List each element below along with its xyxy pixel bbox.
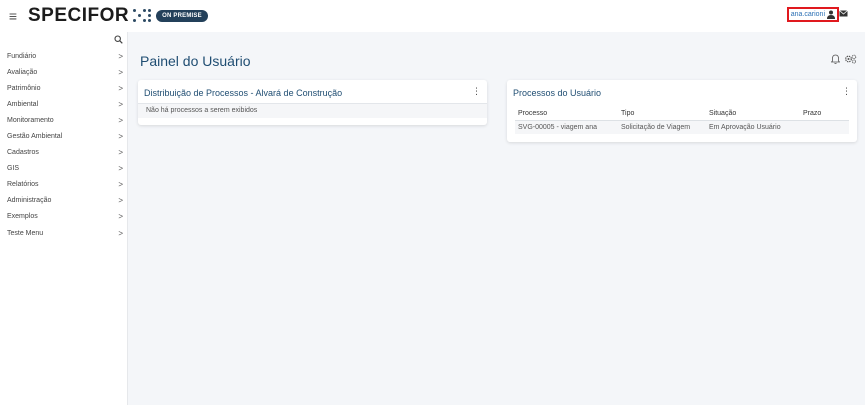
user-icon[interactable] (827, 10, 835, 19)
distribution-card-title: Distribuição de Processos - Alvará de Co… (144, 88, 343, 98)
sidebar-item-label: Teste Menu (7, 229, 44, 237)
chevron-right-icon: > (118, 115, 123, 125)
page-title: Painel do Usuário (140, 53, 251, 69)
sidebar-item-teste-menu[interactable]: Teste Menu > (0, 225, 128, 241)
kebab-menu-icon[interactable]: ⋮ (472, 87, 481, 96)
brand-name: SPECIFOR (28, 5, 130, 26)
user-processes-card: Processos do Usuário ⋮ Processo Tipo Sit… (507, 80, 857, 142)
sidebar-item-label: Monitoramento (7, 116, 54, 124)
distribution-card: Distribuição de Processos - Alvará de Co… (138, 80, 487, 125)
sidebar-item-label: Fundiário (7, 52, 37, 60)
sidebar-item-administracao[interactable]: Administração > (0, 193, 128, 209)
empty-message: Não há processos a serem exibidos (138, 104, 487, 118)
sidebar-menu: Fundiário > Avaliação > Patrimônio > Ambien… (0, 48, 128, 241)
kebab-menu-icon[interactable]: ⋮ (842, 87, 851, 96)
chevron-right-icon: > (118, 99, 123, 109)
chevron-right-icon: > (118, 67, 123, 77)
chevron-right-icon: > (118, 51, 123, 61)
mail-icon[interactable] (839, 10, 848, 17)
sidebar-item-label: Relatórios (7, 181, 39, 189)
sidebar-item-ambiental[interactable]: Ambiental > (0, 96, 128, 112)
processes-table: Processo Tipo Situação Prazo SVG-00005 -… (515, 107, 849, 134)
brand-logo[interactable]: SPECIFOR ON PREMISE (28, 5, 208, 27)
chevron-right-icon: > (118, 228, 123, 238)
table-header-row: Processo Tipo Situação Prazo (515, 107, 849, 121)
sidebar-item-monitoramento[interactable]: Monitoramento > (0, 112, 128, 128)
sidebar-item-relatorios[interactable]: Relatórios > (0, 177, 128, 193)
sidebar-item-label: GIS (7, 165, 20, 173)
username[interactable]: ana.carioni (791, 11, 825, 18)
sidebar-item-cadastros[interactable]: Cadastros > (0, 145, 128, 161)
sidebar-item-avaliacao[interactable]: Avaliação > (0, 64, 128, 80)
search-icon[interactable] (114, 35, 123, 44)
sidebar-item-gis[interactable]: GIS > (0, 161, 128, 177)
column-header-prazo[interactable]: Prazo (800, 107, 849, 121)
cell-prazo (800, 120, 849, 134)
sidebar-item-label: Patrimônio (7, 84, 41, 92)
sidebar-item-gestao-ambiental[interactable]: Gestão Ambiental > (0, 128, 128, 144)
sidebar-item-label: Exemplos (7, 213, 38, 221)
column-header-processo[interactable]: Processo (515, 107, 618, 121)
sidebar-item-label: Cadastros (7, 149, 39, 157)
chevron-right-icon: > (118, 132, 123, 142)
user-menu[interactable]: ana.carioni (786, 7, 839, 22)
sidebar-item-label: Ambiental (7, 100, 39, 108)
sidebar-item-label: Gestão Ambiental (7, 133, 63, 141)
column-header-situacao[interactable]: Situação (706, 107, 800, 121)
hamburger-icon[interactable]: ≡ (4, 9, 22, 23)
sidebar-item-label: Administração (7, 197, 52, 205)
bell-icon[interactable] (831, 54, 840, 64)
settings-icon[interactable] (844, 54, 857, 64)
chevron-right-icon: > (118, 212, 123, 222)
cell-processo[interactable]: SVG-00005 - viagem ana (515, 120, 618, 134)
cell-situacao: Em Aprovação Usuário (706, 120, 800, 134)
table-row[interactable]: SVG-00005 - viagem ana Solicitação de Vi… (515, 120, 849, 134)
chevron-right-icon: > (118, 180, 123, 190)
chevron-right-icon: > (118, 148, 123, 158)
header-actions (831, 54, 857, 64)
sidebar-item-label: Avaliação (7, 68, 38, 76)
sidebar-item-exemplos[interactable]: Exemplos > (0, 209, 128, 225)
sidebar: Fundiário > Avaliação > Patrimônio > Ambien… (0, 32, 128, 405)
on-premise-badge: ON PREMISE (156, 10, 208, 22)
sidebar-item-patrimonio[interactable]: Patrimônio > (0, 80, 128, 96)
chevron-right-icon: > (118, 164, 123, 174)
chevron-right-icon: > (118, 196, 123, 206)
sidebar-item-fundiario[interactable]: Fundiário > (0, 48, 128, 64)
top-bar: ≡ SPECIFOR ON PREMISE ana.carioni (0, 0, 865, 32)
user-processes-card-title: Processos do Usuário (513, 88, 602, 98)
brand-dots-icon (133, 9, 152, 23)
chevron-right-icon: > (118, 83, 123, 93)
cell-tipo: Solicitação de Viagem (618, 120, 706, 134)
column-header-tipo[interactable]: Tipo (618, 107, 706, 121)
